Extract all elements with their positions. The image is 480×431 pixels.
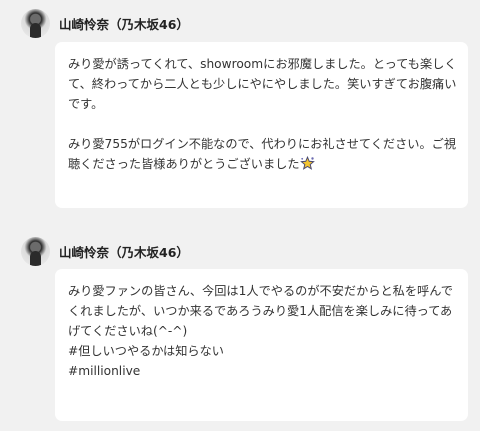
- message-line: です。: [68, 97, 104, 111]
- author-name[interactable]: 山崎怜奈（乃木坂46）: [59, 14, 189, 33]
- message-line: げてくださいね(^-^): [68, 324, 188, 338]
- post-header: 山崎怜奈（乃木坂46）: [21, 8, 189, 38]
- message-bubble: みり愛ファンの皆さん、今回は1人でやるのが不安だからと私を呼んで くれましたが、…: [55, 269, 468, 421]
- hashtag-line[interactable]: #millionlive: [68, 361, 454, 381]
- message-bubble: みり愛が誘ってくれて、showroomにお邪魔しました。とっても楽しく て、終わ…: [55, 42, 468, 208]
- message-line: [68, 114, 454, 134]
- hashtag-line[interactable]: #但しいつやるかは知らない: [68, 341, 454, 361]
- message-line: みり愛が誘ってくれて、showroomにお邪魔しました。とっても楽しく: [68, 57, 457, 71]
- message-line: くれましたが、いつか来るであろうみり愛1人配信を楽しみに待ってあ: [68, 304, 453, 318]
- message-line-text: 聴くださった皆様ありがとうございました: [68, 157, 300, 171]
- message-line: みり愛ファンの皆さん、今回は1人でやるのが不安だからと私を呼んで: [68, 284, 453, 298]
- message-line: て、終わってから二人とも少しにやにやしました。笑いすぎてお腹痛い: [68, 77, 457, 91]
- sparkle-star-icon: [299, 155, 315, 171]
- message-line-with-emoji: 聴くださった皆様ありがとうございました: [68, 154, 454, 174]
- avatar[interactable]: [21, 236, 50, 266]
- author-name[interactable]: 山崎怜奈（乃木坂46）: [59, 242, 189, 261]
- post-header: 山崎怜奈（乃木坂46）: [21, 236, 189, 266]
- avatar[interactable]: [21, 8, 50, 38]
- message-line: みり愛755がログイン不能なので、代わりにお礼させてください。ご視: [68, 137, 457, 151]
